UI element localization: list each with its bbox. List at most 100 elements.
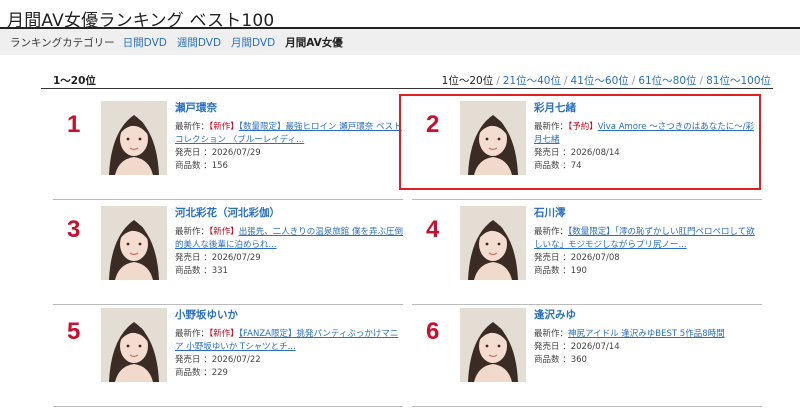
product-count: 商品数 ：229 — [175, 367, 403, 380]
product-count: 商品数 ：360 — [534, 354, 762, 367]
page-1-20: 1位〜20位 — [441, 75, 494, 87]
actress-name-link[interactable]: 逢沢みゆ — [534, 308, 762, 322]
rank-number: 3 — [67, 216, 81, 243]
release-label: 発売日 ： — [175, 355, 212, 365]
count-label: 商品数 ： — [534, 266, 571, 276]
current-range: 1〜20位 — [53, 75, 96, 87]
count-value: 156 — [211, 161, 228, 171]
latest-label: 最新作： — [175, 329, 210, 339]
release-value: 2026/07/29 — [211, 148, 261, 158]
latest-label: 最新作： — [534, 329, 569, 339]
category-monthly-actress: 月間AV女優 — [285, 36, 343, 49]
product-count: 商品数 ：74 — [534, 160, 762, 173]
release-value: 2026/07/08 — [570, 253, 620, 263]
category-daily-dvd[interactable]: 日間DVD — [123, 35, 167, 50]
release-label: 発売日 ： — [534, 148, 571, 158]
page-21-40[interactable]: 21位〜40位 — [503, 75, 561, 87]
actress-photo[interactable] — [101, 206, 167, 280]
product-count: 商品数 ：190 — [534, 265, 762, 278]
count-label: 商品数 ： — [175, 368, 212, 378]
card-divider — [53, 304, 403, 305]
card-divider — [412, 199, 762, 200]
release-date: 発売日 ：2026/07/29 — [175, 147, 403, 160]
release-date: 発売日 ：2026/07/14 — [534, 341, 762, 354]
card-divider — [412, 406, 762, 407]
latest-label: 最新作： — [175, 122, 210, 132]
release-label: 発売日 ： — [534, 253, 571, 263]
count-label: 商品数 ： — [175, 266, 212, 276]
work-tag: 【数量限定】 — [238, 122, 286, 132]
ranking-card-5: 5 小野坂ゆいか 最新作：【新作】【FANZA限定】挑発パンティぶっかけマニア … — [53, 308, 403, 408]
page-81-100[interactable]: 81位〜100位 — [706, 75, 771, 87]
latest-work: 最新作：【新作】出張先、二人きりの温泉旅館 僕を弄ぶ圧倒的美人な後輩に泊められ.… — [175, 226, 403, 252]
product-count: 商品数 ：156 — [175, 160, 403, 173]
release-value: 2026/07/14 — [570, 342, 620, 352]
release-date: 発売日 ：2026/08/14 — [534, 147, 762, 160]
new-tag: 【新作】 — [209, 329, 239, 339]
release-value: 2026/08/14 — [570, 148, 620, 158]
count-value: 229 — [211, 368, 228, 378]
release-value: 2026/07/29 — [211, 253, 261, 263]
rank-number: 6 — [426, 318, 440, 345]
count-label: 商品数 ： — [534, 161, 571, 171]
latest-work: 最新作：【数量限定】「澪の恥ずかしい肛門ペロペロして欲しいな」モジモジしながらプ… — [534, 226, 762, 252]
release-label: 発売日 ： — [175, 148, 212, 158]
ranking-card-6: 6 逢沢みゆ 最新作：神尻アイドル 逢沢みゆBEST 5作品8時間 発売日 ：2… — [412, 308, 762, 408]
page-61-80[interactable]: 61位〜80位 — [638, 75, 696, 87]
category-monthly-dvd[interactable]: 月間DVD — [231, 35, 275, 50]
release-label: 発売日 ： — [175, 253, 212, 263]
rank-number: 4 — [426, 216, 440, 243]
release-value: 2026/07/22 — [211, 355, 261, 365]
actress-photo[interactable] — [101, 308, 167, 382]
actress-photo[interactable] — [460, 206, 526, 280]
range-pager: 1位〜20位/21位〜40位/41位〜60位/61位〜80位/81位〜100位 — [442, 73, 771, 88]
work-title: 神尻アイドル 逢沢みゆBEST 5作品8時間 — [568, 329, 725, 339]
ranking-card-3: 3 河北彩花（河北彩伽） 最新作：【新作】出張先、二人きりの温泉旅館 僕を弄ぶ圧… — [53, 206, 403, 306]
ranking-card-2: 2 彩月七緒 最新作：【予約】Viva Amore 〜さつきのはあなたに〜/彩月… — [399, 94, 762, 201]
latest-work: 最新作：【新作】【FANZA限定】挑発パンティぶっかけマニア 小野坂ゆいか Tシ… — [175, 328, 403, 354]
actress-photo[interactable] — [460, 308, 526, 382]
work-tag: 【FANZA限定】 — [238, 329, 297, 339]
range-bar: 1〜20位 1位〜20位/21位〜40位/41位〜60位/61位〜80位/81位… — [41, 71, 773, 89]
latest-work-link[interactable]: 【数量限定】「澪の恥ずかしい肛門ペロペロして欲しいな」モジモジしながらプリ尻ノー… — [534, 227, 755, 250]
latest-work-link[interactable]: 神尻アイドル 逢沢みゆBEST 5作品8時間 — [568, 329, 725, 339]
rank-number: 1 — [67, 111, 81, 138]
actress-photo[interactable] — [460, 101, 526, 175]
count-value: 190 — [570, 266, 587, 276]
count-value: 74 — [570, 161, 582, 171]
latest-work: 最新作：【予約】Viva Amore 〜さつきのはあなたに〜/彩月七緒 — [534, 121, 762, 147]
rank-number: 2 — [426, 111, 440, 138]
card-divider — [53, 406, 403, 407]
card-divider — [53, 199, 403, 200]
release-label: 発売日 ： — [534, 342, 571, 352]
actress-name-link[interactable]: 彩月七緒 — [534, 101, 762, 115]
count-label: 商品数 ： — [175, 161, 212, 171]
product-count: 商品数 ：331 — [175, 265, 403, 278]
work-tag: 【数量限定】 — [568, 227, 615, 237]
count-value: 360 — [570, 355, 587, 365]
latest-label: 最新作： — [534, 227, 569, 237]
actress-name-link[interactable]: 瀬戸環奈 — [175, 101, 403, 115]
ranking-card-1: 1 瀬戸環奈 最新作：【新作】【数量限定】最強ヒロイン 瀬戸環奈 ベストコレクシ… — [53, 101, 403, 201]
category-nav: ランキングカテゴリー 日間DVD 週間DVD 月間DVD 月間AV女優 — [0, 29, 800, 55]
count-label: 商品数 ： — [534, 355, 571, 365]
latest-label: 最新作： — [534, 122, 569, 132]
actress-photo[interactable] — [101, 101, 167, 175]
latest-label: 最新作： — [175, 227, 210, 237]
new-tag: 【予約】 — [568, 122, 598, 132]
category-weekly-dvd[interactable]: 週間DVD — [177, 35, 221, 50]
pager-separator: / — [631, 75, 636, 87]
card-divider — [412, 304, 762, 305]
new-tag: 【新作】 — [209, 122, 239, 132]
rank-number: 5 — [67, 318, 81, 345]
category-nav-label: ランキングカテゴリー — [10, 36, 115, 49]
pager-separator: / — [496, 75, 500, 87]
actress-name-link[interactable]: 小野坂ゆいか — [175, 308, 403, 322]
count-value: 331 — [211, 266, 228, 276]
release-date: 発売日 ：2026/07/22 — [175, 354, 403, 367]
page-41-60[interactable]: 41位〜60位 — [571, 75, 629, 87]
new-tag: 【新作】 — [209, 227, 239, 237]
latest-work: 最新作：神尻アイドル 逢沢みゆBEST 5作品8時間 — [534, 328, 762, 341]
actress-name-link[interactable]: 石川澪 — [534, 206, 762, 220]
actress-name-link[interactable]: 河北彩花（河北彩伽） — [175, 206, 403, 220]
